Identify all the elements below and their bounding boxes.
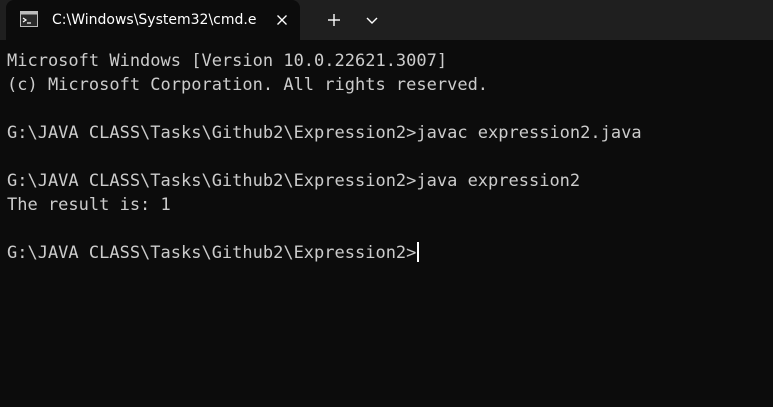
cmd-terminal-icon (20, 11, 38, 27)
close-icon[interactable] (272, 10, 292, 30)
console-line: G:\JAVA CLASS\Tasks\Github2\Expression2>… (7, 171, 581, 191)
console-line: (c) Microsoft Corporation. All rights re… (7, 75, 489, 95)
console-prompt: G:\JAVA CLASS\Tasks\Github2\Expression2> (7, 243, 417, 263)
new-tab-button[interactable] (316, 6, 352, 34)
tab-dropdown-button[interactable] (356, 6, 388, 34)
console-line: G:\JAVA CLASS\Tasks\Github2\Expression2>… (7, 123, 642, 143)
console-prompt-line[interactable]: G:\JAVA CLASS\Tasks\Github2\Expression2> (7, 241, 420, 265)
tab-title: C:\Windows\System32\cmd.e (52, 12, 257, 28)
plus-icon (328, 14, 340, 26)
console-line: The result is: 1 (7, 195, 171, 215)
console-line: Microsoft Windows [Version 10.0.22621.30… (7, 51, 448, 71)
terminal-window: C:\Windows\System32\cmd.e Microsoft Wind… (0, 0, 773, 407)
text-cursor (417, 242, 420, 262)
console-output[interactable]: Microsoft Windows [Version 10.0.22621.30… (0, 40, 773, 407)
title-bar: C:\Windows\System32\cmd.e (0, 0, 773, 40)
chevron-down-icon (366, 17, 378, 24)
tab-cmd[interactable]: C:\Windows\System32\cmd.e (6, 0, 300, 40)
